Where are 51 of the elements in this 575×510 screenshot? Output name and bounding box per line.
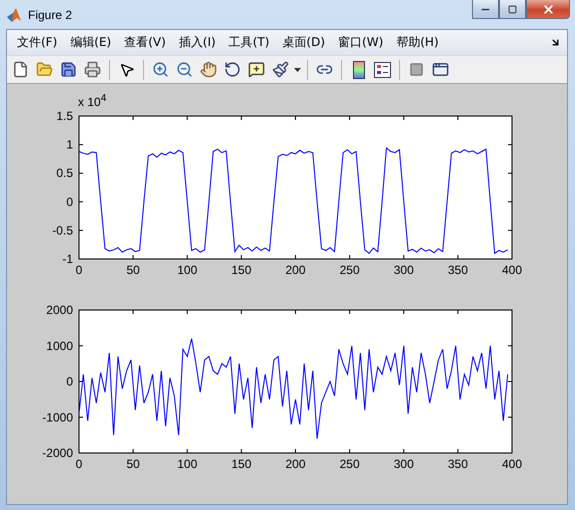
tick-label: -0.5 bbox=[52, 223, 73, 238]
tick-label: -1000 bbox=[42, 410, 73, 424]
tick-label: 250 bbox=[340, 263, 360, 277]
caret-icon[interactable] bbox=[294, 68, 301, 72]
tick-label: 0 bbox=[76, 263, 82, 277]
tick-label: 150 bbox=[231, 263, 252, 277]
tick-label: 250 bbox=[340, 457, 360, 471]
minimize-button[interactable] bbox=[472, 0, 499, 19]
tick-label: 50 bbox=[126, 263, 140, 277]
tick-label: 0.5 bbox=[56, 166, 73, 180]
tick-label: 50 bbox=[126, 457, 140, 471]
menu-item[interactable]: 桌面(D) bbox=[278, 34, 334, 51]
menu-item[interactable]: 编辑(E) bbox=[66, 34, 120, 51]
tick-label: 400 bbox=[502, 263, 522, 277]
close-button[interactable] bbox=[526, 0, 570, 19]
tick-label: -2000 bbox=[42, 446, 73, 460]
tick-label: 300 bbox=[394, 457, 414, 471]
tick-label: 1000 bbox=[46, 338, 73, 353]
tick-label: 2000 bbox=[46, 303, 73, 317]
menu-item[interactable]: 工具(T) bbox=[224, 34, 278, 51]
close-icon bbox=[542, 2, 554, 16]
tick-label: 0 bbox=[66, 374, 73, 388]
menu-item[interactable]: 窗口(W) bbox=[334, 34, 392, 51]
brush-button[interactable] bbox=[270, 59, 291, 80]
hand-button[interactable] bbox=[198, 59, 219, 80]
tick-label: 0 bbox=[66, 194, 73, 209]
tick-label: -1 bbox=[62, 252, 73, 266]
tick-label: 100 bbox=[177, 263, 198, 277]
tick-label: 1.5 bbox=[56, 109, 73, 123]
dock-arrow-icon[interactable] bbox=[550, 37, 561, 48]
tick-label: 200 bbox=[285, 457, 306, 471]
menu-item[interactable]: 查看(V) bbox=[120, 34, 175, 51]
maximize-button[interactable] bbox=[499, 0, 526, 19]
window-title: Figure 2 bbox=[28, 8, 74, 22]
tick-label: 150 bbox=[231, 457, 252, 471]
tick-label: 400 bbox=[502, 457, 522, 471]
tick-label: 200 bbox=[285, 263, 306, 277]
matlab-logo-icon bbox=[6, 6, 22, 22]
menu-item[interactable]: 插入(I) bbox=[174, 34, 225, 51]
tick-label: 1 bbox=[66, 138, 73, 152]
tick-label: 350 bbox=[448, 457, 468, 471]
maximize-icon bbox=[508, 4, 517, 14]
tick-label: 300 bbox=[394, 263, 414, 277]
menu-item[interactable]: 文件(F) bbox=[13, 34, 66, 51]
tick-label: 0 bbox=[76, 457, 82, 471]
tick-label: 100 bbox=[177, 457, 198, 471]
printer-button[interactable] bbox=[82, 59, 103, 80]
legend-button[interactable] bbox=[372, 59, 393, 80]
menu-item[interactable]: 帮助(H) bbox=[392, 34, 448, 51]
tick-label: 350 bbox=[448, 263, 468, 277]
axis-exponent: x 10$^{4}$ bbox=[78, 92, 106, 106]
